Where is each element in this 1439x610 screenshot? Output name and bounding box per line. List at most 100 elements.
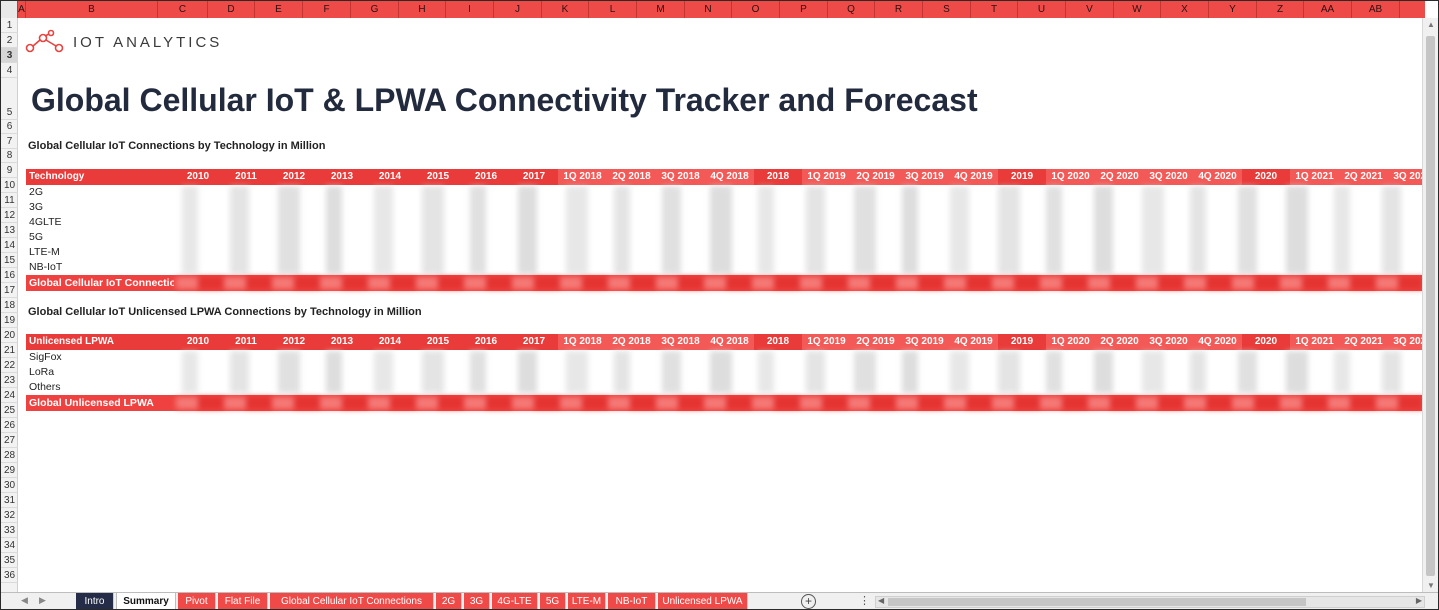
scroll-left-icon[interactable]: ◀ — [878, 596, 884, 605]
column-header-x[interactable]: X — [1161, 1, 1209, 18]
horizontal-scrollbar[interactable]: ◀ ▶ — [875, 596, 1425, 608]
column-header-i[interactable]: I — [446, 1, 494, 18]
row-header-15[interactable]: 15 — [1, 253, 18, 268]
row-header-10[interactable]: 10 — [1, 178, 18, 193]
row-header-31[interactable]: 31 — [1, 493, 18, 508]
column-header-f[interactable]: F — [303, 1, 351, 18]
row-header-4[interactable]: 4 — [1, 63, 18, 78]
column-header-l[interactable]: L — [589, 1, 637, 18]
section2-total-row[interactable]: Global Unlicensed LPWA — [26, 395, 1423, 411]
section1-row-label[interactable]: 5G — [29, 230, 43, 245]
section1-row-label[interactable]: 3G — [29, 200, 43, 215]
column-header-r[interactable]: R — [875, 1, 923, 18]
add-sheet-icon[interactable]: + — [801, 594, 816, 609]
tab-summary[interactable]: Summary — [116, 593, 176, 609]
tab-next-icon[interactable]: ▶ — [39, 595, 46, 606]
column-header-k[interactable]: K — [542, 1, 589, 18]
tab-nb-iot[interactable]: NB-IoT — [608, 593, 656, 609]
row-header-17[interactable]: 17 — [1, 283, 18, 298]
section1-row-label[interactable]: 4GLTE — [29, 215, 61, 230]
row-header-21[interactable]: 21 — [1, 343, 18, 358]
column-header-n[interactable]: N — [685, 1, 732, 18]
vertical-scroll-thumb[interactable] — [1426, 36, 1435, 576]
column-header-b[interactable]: B — [26, 1, 158, 18]
column-header-m[interactable]: M — [637, 1, 685, 18]
column-header-z[interactable]: Z — [1257, 1, 1304, 18]
tab-global-cellular-iot-connections[interactable]: Global Cellular IoT Connections — [270, 593, 434, 609]
section1-row-label[interactable]: 2G — [29, 185, 43, 200]
row-header-36[interactable]: 36 — [1, 568, 18, 583]
row-header-25[interactable]: 25 — [1, 403, 18, 418]
section1-total-row[interactable]: Global Cellular IoT Connections — [26, 275, 1423, 291]
column-header-w[interactable]: W — [1114, 1, 1161, 18]
section2-row-label[interactable]: LoRa — [29, 365, 54, 380]
row-header-27[interactable]: 27 — [1, 433, 18, 448]
row-header-5[interactable]: 5 — [1, 78, 18, 120]
row-header-2[interactable]: 2 — [1, 33, 18, 48]
tab-prev-icon[interactable]: ◀ — [21, 595, 28, 606]
column-header-a[interactable]: A — [18, 1, 26, 18]
row-header-14[interactable]: 14 — [1, 238, 18, 253]
row-header-8[interactable]: 8 — [1, 149, 18, 163]
scroll-up-icon[interactable]: ▲ — [1426, 20, 1436, 29]
column-header-o[interactable]: O — [732, 1, 780, 18]
row-header-35[interactable]: 35 — [1, 553, 18, 568]
column-header-v[interactable]: V — [1066, 1, 1114, 18]
column-header-d[interactable]: D — [208, 1, 255, 18]
sheet-grid[interactable]: IOT ANALYTICS Global Cellular IoT & LPWA… — [19, 18, 1423, 592]
column-header-s[interactable]: S — [923, 1, 971, 18]
column-header-t[interactable]: T — [971, 1, 1018, 18]
select-all-corner[interactable] — [1, 1, 18, 18]
tab-4g-lte[interactable]: 4G-LTE — [492, 593, 538, 609]
row-header-32[interactable]: 32 — [1, 508, 18, 523]
column-header-u[interactable]: U — [1018, 1, 1066, 18]
row-header-19[interactable]: 19 — [1, 313, 18, 328]
row-header-16[interactable]: 16 — [1, 268, 18, 283]
row-header-7[interactable]: 7 — [1, 134, 18, 149]
row-header-22[interactable]: 22 — [1, 358, 18, 373]
row-header-26[interactable]: 26 — [1, 418, 18, 433]
section2-row-label[interactable]: Others — [29, 380, 61, 395]
row-header-12[interactable]: 12 — [1, 208, 18, 223]
row-header-13[interactable]: 13 — [1, 223, 18, 238]
row-header-9[interactable]: 9 — [1, 163, 18, 178]
row-header-20[interactable]: 20 — [1, 328, 18, 343]
column-header-ab[interactable]: AB — [1352, 1, 1400, 18]
column-header-y[interactable]: Y — [1209, 1, 1257, 18]
row-header-3[interactable]: 3 — [1, 48, 18, 63]
row-header-1[interactable]: 1 — [1, 18, 18, 33]
more-options-icon[interactable]: ⋮ — [859, 594, 870, 607]
tab-pivot[interactable]: Pivot — [178, 593, 216, 609]
row-header-29[interactable]: 29 — [1, 463, 18, 478]
column-header-q[interactable]: Q — [828, 1, 875, 18]
section2-row-label[interactable]: SigFox — [29, 350, 62, 365]
row-header-23[interactable]: 23 — [1, 373, 18, 388]
tab-lte-m[interactable]: LTE-M — [568, 593, 606, 609]
row-header-28[interactable]: 28 — [1, 448, 18, 463]
tab-flat-file[interactable]: Flat File — [218, 593, 268, 609]
scroll-down-icon[interactable]: ▼ — [1426, 581, 1436, 590]
section1-row-label[interactable]: NB-IoT — [29, 260, 62, 275]
column-header-c[interactable]: C — [158, 1, 208, 18]
vertical-scrollbar[interactable]: ▲ ▼ — [1422, 18, 1438, 592]
row-header-33[interactable]: 33 — [1, 523, 18, 538]
column-header-h[interactable]: H — [399, 1, 446, 18]
tab-intro[interactable]: Intro — [76, 593, 114, 609]
horizontal-scroll-thumb[interactable] — [888, 598, 1306, 606]
column-header-j[interactable]: J — [494, 1, 542, 18]
tab-3g[interactable]: 3G — [464, 593, 490, 609]
row-header-18[interactable]: 18 — [1, 298, 18, 313]
section1-row-label[interactable]: LTE-M — [29, 245, 60, 260]
tab-5g[interactable]: 5G — [540, 593, 566, 609]
column-header-aa[interactable]: AA — [1304, 1, 1352, 18]
column-header-p[interactable]: P — [780, 1, 828, 18]
row-header-11[interactable]: 11 — [1, 193, 18, 208]
column-header-e[interactable]: E — [255, 1, 303, 18]
row-header-30[interactable]: 30 — [1, 478, 18, 493]
tab-unlicensed-lpwa[interactable]: Unlicensed LPWA — [658, 593, 748, 609]
row-header-24[interactable]: 24 — [1, 388, 18, 403]
tab-2g[interactable]: 2G — [436, 593, 462, 609]
row-header-34[interactable]: 34 — [1, 538, 18, 553]
row-header-6[interactable]: 6 — [1, 120, 18, 134]
scroll-right-icon[interactable]: ▶ — [1416, 596, 1422, 605]
